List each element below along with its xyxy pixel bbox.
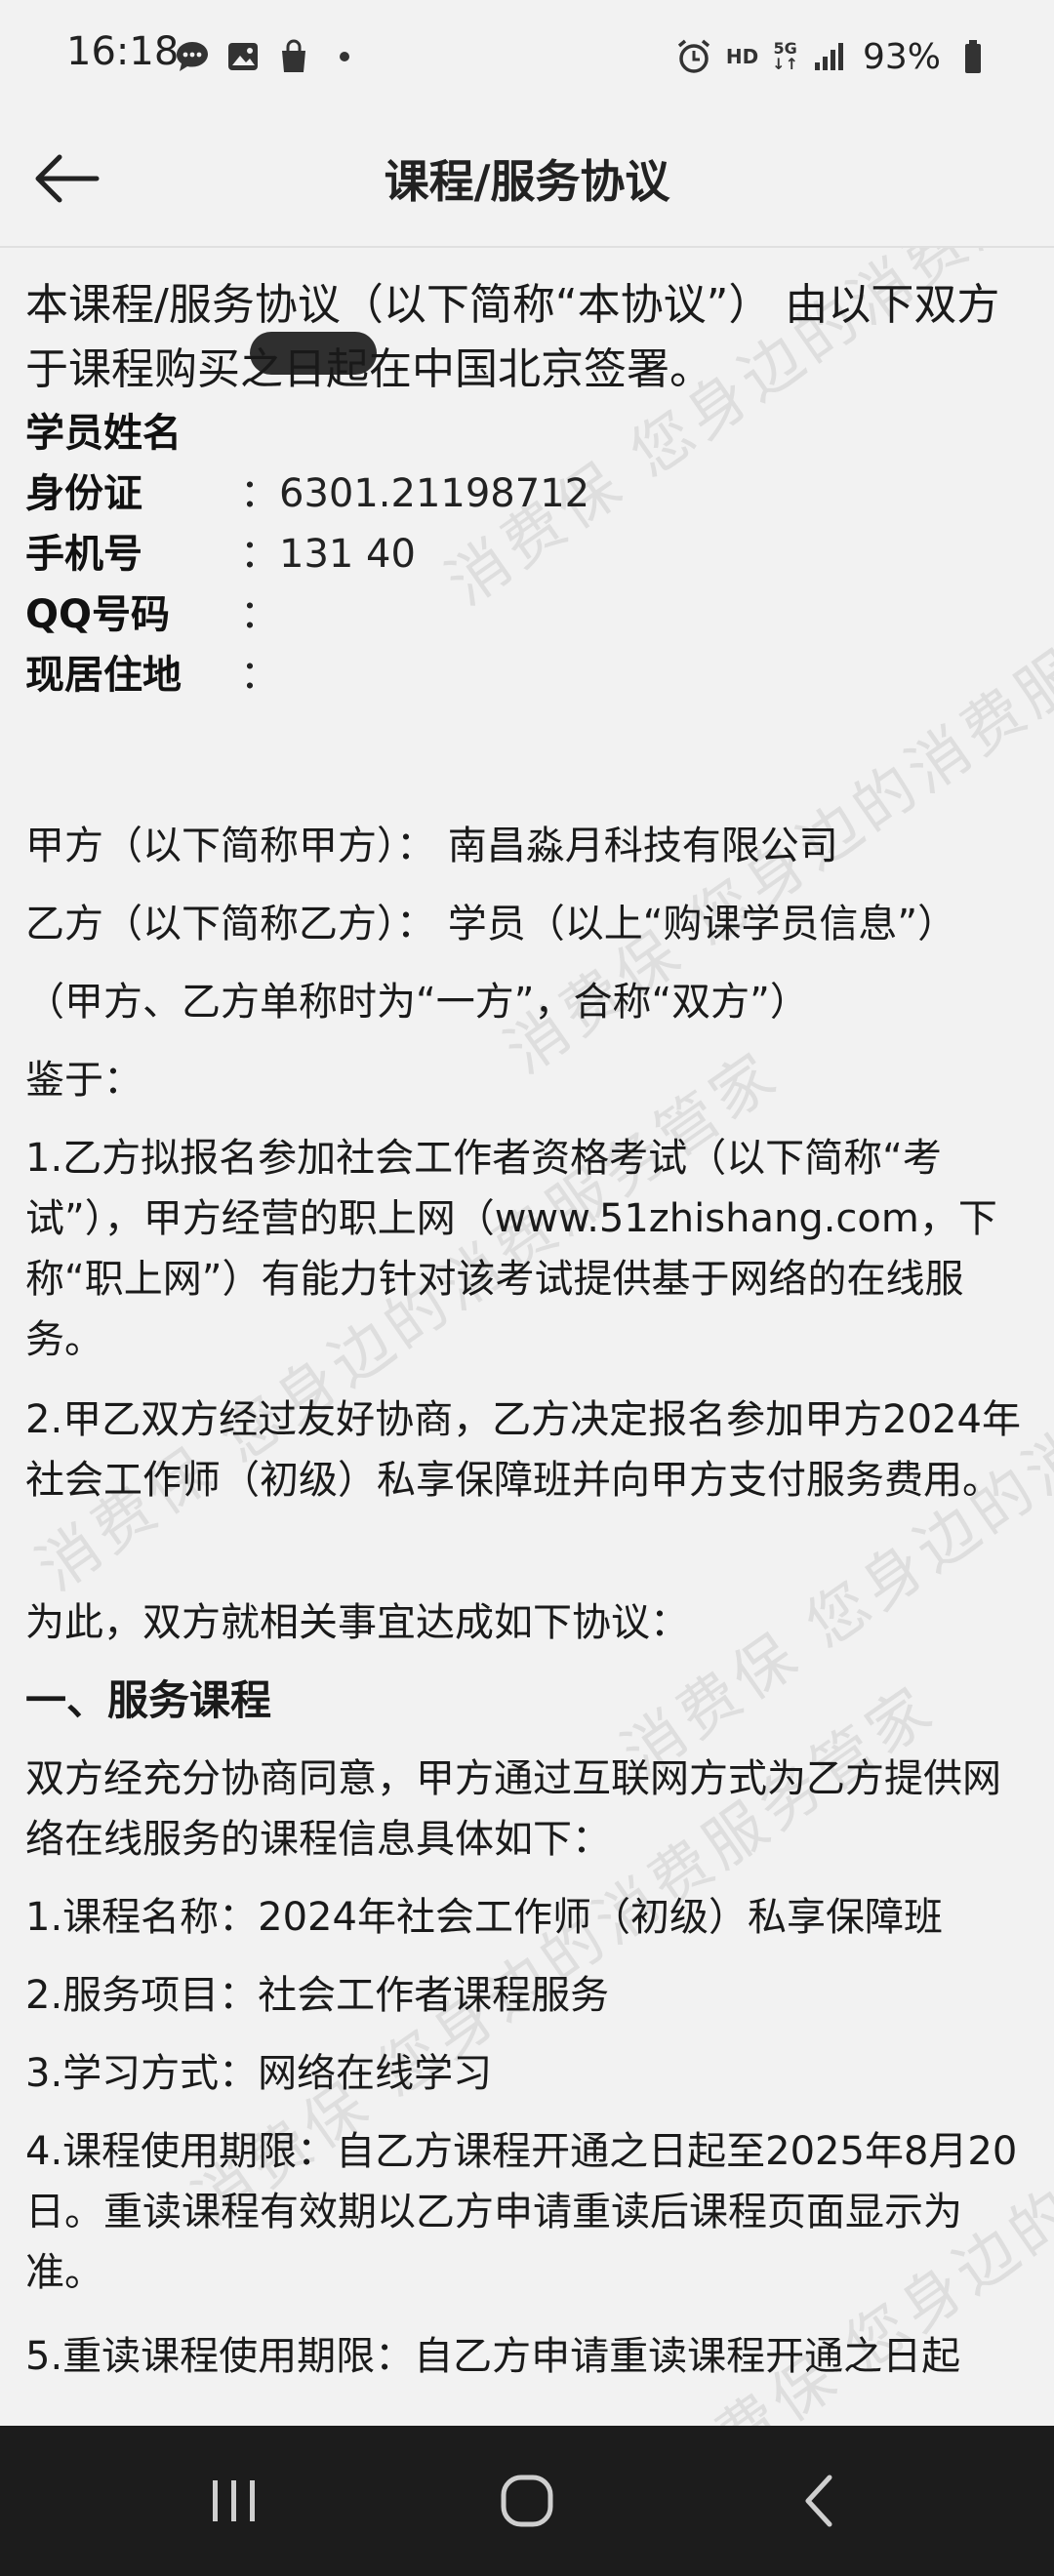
clause-2: 2.甲乙双方经过友好协商，乙方决定报名参加甲方2024年社会工作师（初级）私享保… xyxy=(25,1397,1021,1503)
shopping-bag-icon xyxy=(275,38,312,75)
field-label: 手机号 xyxy=(25,532,142,577)
system-nav-bar xyxy=(0,2426,1054,2576)
back-icon xyxy=(805,2475,832,2527)
therefore-text: 为此，双方就相关事宜达成如下协议： xyxy=(25,1600,689,1645)
field-value: ：131 40 xyxy=(240,532,416,577)
dot-icon xyxy=(326,38,363,75)
study-mode-item: 3.学习方式：网络在线学习 xyxy=(25,2051,493,2096)
party-b: 乙方（以下简称乙方）： 学员（以上“购课学员信息”） xyxy=(25,902,957,946)
section-1-title: 一、服务课程 xyxy=(25,1676,272,1724)
home-button[interactable] xyxy=(429,2426,625,2576)
field-student-name: 学员姓名 xyxy=(25,400,240,459)
network-5g-indicator: 5G ↓↑ xyxy=(772,39,798,73)
agreement-content[interactable]: 消费保 您身边的消费服务管家 消费保 您身边的消费服务管家 消费保 您身边的消费… xyxy=(0,248,1054,2426)
field-qq: QQ号码 ： xyxy=(25,582,279,640)
field-label: 身份证 xyxy=(25,471,142,516)
agreement-intro: 本课程/服务协议（以下简称“本协议”） 由以下双方于课程购买之日起在中国北京签署… xyxy=(25,280,1000,394)
recents-icon xyxy=(213,2480,255,2521)
field-value: ： xyxy=(240,592,279,637)
home-icon xyxy=(501,2475,553,2527)
field-address: 现居住地 ： xyxy=(25,642,279,701)
nav-back-button[interactable] xyxy=(722,2426,917,2576)
image-icon xyxy=(224,38,262,75)
field-phone: 手机号 ：131 40 xyxy=(25,521,416,580)
clause-1: 1.乙方拟报名参加社会工作者资格考试（以下简称“考试”），甲方经营的职上网（ww… xyxy=(25,1136,997,1362)
whereas-label: 鉴于： xyxy=(25,1058,142,1103)
parties-note: （甲方、乙方单称时为“一方”，合称“双方”） xyxy=(25,980,809,1025)
message-icon xyxy=(174,38,211,75)
field-value: ： xyxy=(240,653,279,698)
notification-icons xyxy=(174,33,363,80)
service-item: 2.服务项目：社会工作者课程服务 xyxy=(25,1973,610,2018)
field-id-card: 身份证 ：6301.21198712 xyxy=(25,461,589,519)
field-label: QQ号码 xyxy=(25,592,171,637)
redaction-mark xyxy=(250,332,377,375)
field-label: 学员姓名 xyxy=(25,411,182,456)
field-value: ：6301.21198712 xyxy=(240,471,590,516)
top-nav-bar: 课程/服务协议 xyxy=(0,115,1054,248)
signal-icon xyxy=(812,38,849,75)
usage-period-item: 4.课程使用期限：自乙方课程开通之日起至2025年8月20日。重读课程有效期以乙… xyxy=(25,2129,1018,2295)
status-time: 16:18 xyxy=(66,29,180,74)
course-name-item: 1.课程名称：2024年社会工作师（初级）私享保障班 xyxy=(25,1895,943,1940)
status-bar: 16:18 HD 5G ↓↑ 93% xyxy=(0,0,1054,115)
battery-icon xyxy=(954,38,992,75)
reread-period-item: 5.重读课程使用期限：自乙方申请重读课程开通之日起 xyxy=(25,2334,961,2379)
system-icons: HD 5G ↓↑ 93% xyxy=(675,33,992,80)
field-label: 现居住地 xyxy=(25,653,182,698)
section-1-intro: 双方经充分协商同意，甲方通过互联网方式为乙方提供网络在线服务的课程信息具体如下： xyxy=(25,1756,1001,1862)
recents-button[interactable] xyxy=(137,2426,332,2576)
page-title: 课程/服务协议 xyxy=(384,155,670,208)
party-a: 甲方（以下简称甲方）： 南昌淼月科技有限公司 xyxy=(25,824,838,868)
alarm-icon xyxy=(675,38,712,75)
hd-indicator: HD xyxy=(725,45,759,68)
battery-percent: 93% xyxy=(862,36,941,77)
